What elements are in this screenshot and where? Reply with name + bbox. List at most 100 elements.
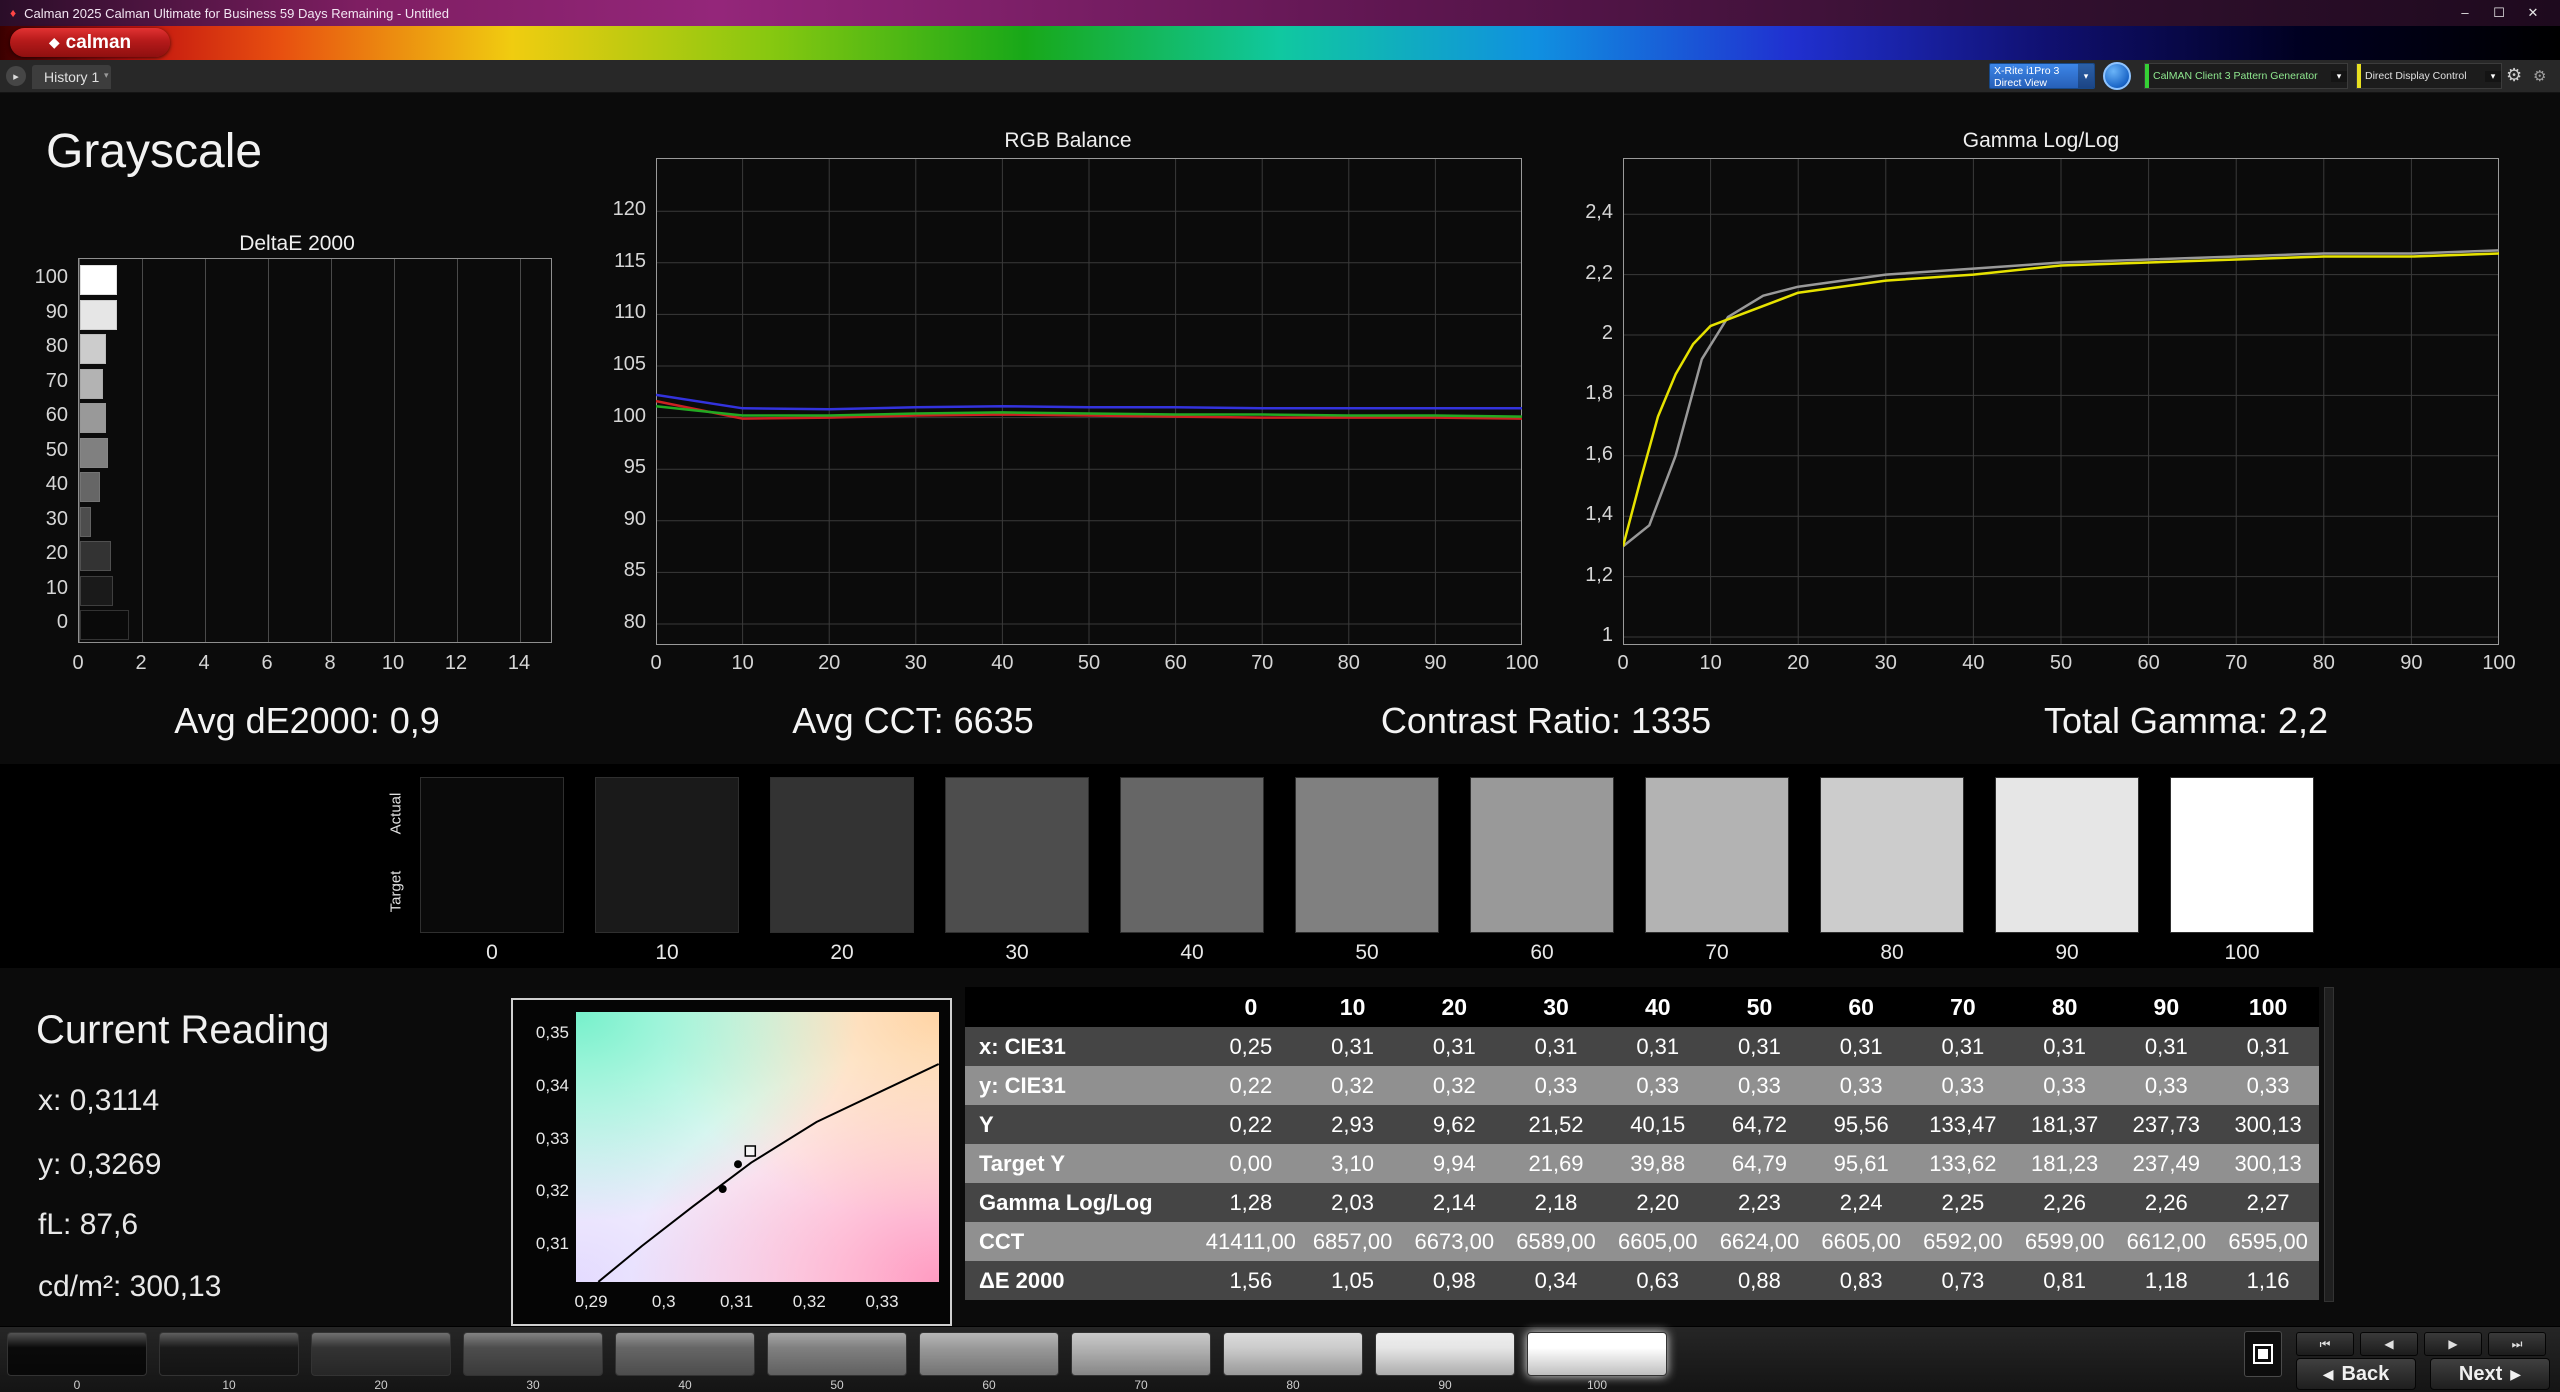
pattern-button-60[interactable] (919, 1332, 1059, 1376)
gamma-x-tick: 60 (2137, 652, 2160, 674)
minimize-button[interactable]: – (2448, 5, 2482, 21)
tabbar: ▸ History 1 ▾ X-Rite i1Pro 3 Direct View… (0, 60, 2560, 93)
calman-logo-text: calman (65, 31, 132, 53)
calman-window: ♦ Calman 2025 Calman Ultimate for Busine… (0, 0, 2560, 1392)
pattern-level-label: 60 (982, 1378, 996, 1392)
settings-gear-icon[interactable]: ⚙ (2506, 65, 2522, 86)
table-cell: 0,22 (1200, 1066, 1302, 1105)
app-icon: ♦ (10, 6, 17, 20)
table-cell: 133,47 (1912, 1105, 2014, 1144)
step-forward-button[interactable]: ▶ (2424, 1332, 2482, 1356)
pattern-window-button[interactable] (2244, 1331, 2282, 1377)
table-cell: 95,61 (1810, 1144, 1913, 1183)
reading-y: y: 0,3269 (38, 1148, 162, 1181)
rgb-y-tick: 85 (623, 559, 646, 582)
chevron-down-icon: ▾ (2331, 70, 2347, 82)
table-row: CCT 41411,00 6857,00 6673,00 6589,00 6605,00 6… (965, 1222, 2319, 1261)
display-control-dropdown[interactable]: Direct Display Control ▾ (2356, 63, 2502, 89)
swatch-level-label: 10 (655, 941, 679, 964)
pattern-button-50[interactable] (767, 1332, 907, 1376)
gamma-x-tick: 80 (2312, 652, 2335, 674)
pattern-button-90[interactable] (1375, 1332, 1515, 1376)
deltae-bar (80, 472, 100, 502)
rgb-y-tick: 115 (614, 249, 646, 272)
pattern-button-40[interactable] (615, 1332, 755, 1376)
deltae-bar (80, 610, 130, 640)
table-cell: 0,31 (1606, 1027, 1709, 1066)
pattern-window-icon (2253, 1344, 2273, 1364)
tab-history-1[interactable]: History 1 (32, 65, 112, 89)
table-cell: 0,22 (1200, 1105, 1302, 1144)
table-column-header: 80 (2013, 987, 2116, 1027)
grayscale-swatch (1120, 777, 1264, 933)
table-cell: 300,13 (2217, 1105, 2319, 1144)
table-cell: 40,15 (1606, 1105, 1709, 1144)
maximize-button[interactable]: ☐ (2482, 5, 2516, 21)
table-cell: 0,31 (2217, 1027, 2319, 1066)
table-row: Y 0,22 2,93 9,62 21,52 40,15 64,72 95,56 133,47 1… (965, 1105, 2319, 1144)
pattern-button-30[interactable] (463, 1332, 603, 1376)
grayscale-swatch (2170, 777, 2314, 933)
rgb-chart (656, 158, 1522, 645)
pattern-level-label: 20 (374, 1378, 388, 1392)
cie-x-tick: 0,32 (792, 1292, 826, 1311)
table-cell: 0,32 (1301, 1066, 1404, 1105)
table-column-header: 60 (1810, 987, 1913, 1027)
pattern-level-label: 90 (1438, 1378, 1452, 1392)
back-button[interactable]: ◀ Back (2296, 1358, 2416, 1390)
deltae-bar (80, 506, 91, 537)
table-cell: 181,37 (2013, 1105, 2116, 1144)
pattern-button-80[interactable] (1223, 1332, 1363, 1376)
pattern-source-dropdown[interactable]: CalMAN Client 3 Pattern Generator ▾ (2144, 63, 2348, 89)
deltae-bar (80, 265, 117, 295)
skip-last-button[interactable]: ⏭ (2488, 1332, 2546, 1356)
options-gear-icon[interactable]: ⚙ (2533, 67, 2546, 85)
pattern-button-100[interactable] (1527, 1332, 1667, 1376)
tab-dropdown-icon[interactable]: ▾ (104, 70, 109, 81)
deltae-gridline (142, 259, 143, 642)
table-cell: 0,33 (1505, 1066, 1607, 1105)
deltae-x-tick: 2 (135, 652, 147, 674)
gamma-x-tick: 70 (2225, 652, 2248, 674)
swatch-level-label: 0 (486, 941, 498, 964)
close-button[interactable]: ✕ (2516, 5, 2550, 21)
cie-locus-overlay (597, 1063, 939, 1282)
table-cell: 9,62 (1403, 1105, 1506, 1144)
deltae-bar (80, 334, 106, 364)
step-back-button[interactable]: ◀ (2360, 1332, 2418, 1356)
table-row: x: CIE31 0,25 0,31 0,31 0,31 0,31 0,31 0,31 0,31… (965, 1027, 2319, 1066)
pattern-button-70[interactable] (1071, 1332, 1211, 1376)
pattern-button-0[interactable] (7, 1332, 147, 1376)
table-column-header: 10 (1301, 987, 1404, 1027)
cie-y-tick: 0,31 (535, 1234, 569, 1253)
rgb-y-tick: 120 (612, 198, 646, 221)
deltae-y-tick: 30 (45, 507, 68, 530)
table-column-header: 0 (1200, 987, 1302, 1027)
history-nav-button[interactable]: ▸ (6, 66, 26, 86)
pattern-button-10[interactable] (159, 1332, 299, 1376)
pattern-level-label: 10 (222, 1378, 236, 1392)
cie-x-tick: 0,3 (651, 1292, 676, 1311)
table-cell: 0,32 (1403, 1066, 1506, 1105)
skip-first-button[interactable]: ⏮ (2296, 1332, 2354, 1356)
step-forward-icon: ▶ (2448, 1337, 2458, 1351)
grayscale-table: 0 10 20 30 40 50 60 70 80 90 100 x: CIE31 0,25 0,31 0,… (965, 987, 2319, 1300)
table-cell: 1,16 (2217, 1261, 2319, 1300)
gamma-y-tick: 1,6 (1585, 442, 1613, 465)
table-scrollbar[interactable] (2324, 987, 2334, 1302)
pattern-button-20[interactable] (311, 1332, 451, 1376)
meter-dropdown[interactable]: X-Rite i1Pro 3 Direct View ▾ (1989, 63, 2095, 89)
grayscale-swatch (420, 777, 564, 933)
next-button[interactable]: Next ▶ (2430, 1358, 2550, 1390)
rgb-x-tick: 30 (904, 652, 927, 674)
reading-x: x: 0,3114 (38, 1084, 160, 1117)
calman-logo[interactable]: ◆ calman (10, 28, 170, 57)
table-cell: 0,33 (1708, 1066, 1811, 1105)
table-row-label: Target Y (965, 1144, 1200, 1183)
meter-badge-icon[interactable] (2103, 62, 2131, 90)
current-reading-title: Current Reading (36, 1008, 330, 1052)
deltae-gridline (205, 259, 206, 642)
table-cell: 0,33 (1912, 1066, 2014, 1105)
table-cell: 0,31 (2013, 1027, 2116, 1066)
deltae-y-tick: 20 (45, 542, 68, 564)
